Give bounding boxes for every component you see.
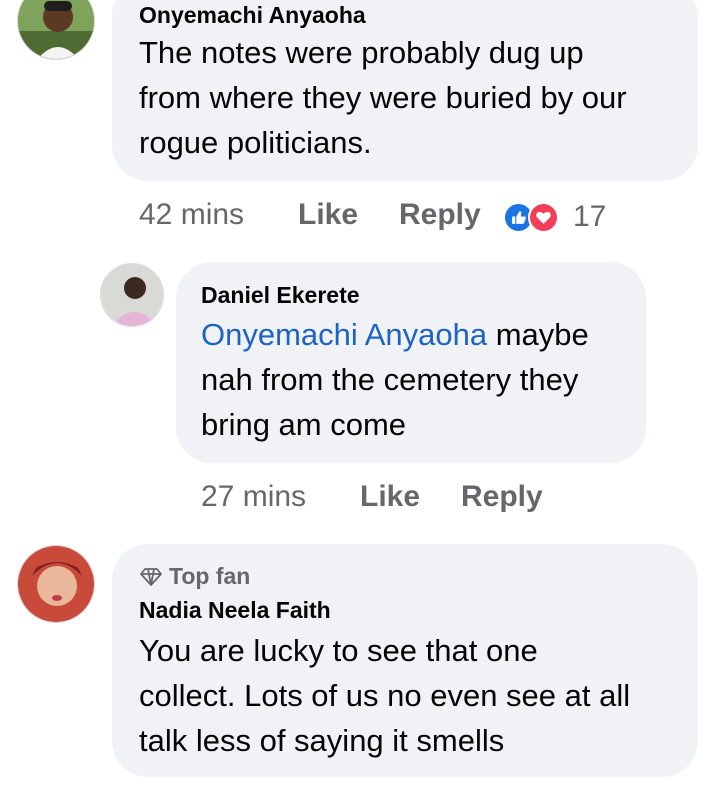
- comment-timestamp[interactable]: 27 mins: [201, 480, 306, 514]
- comment-line: collect. Lots of us no even see at all: [139, 678, 631, 713]
- comment-line: from where they were buried by our: [139, 80, 627, 115]
- love-icon: [528, 201, 559, 233]
- comment-line-text: maybe: [487, 317, 589, 352]
- comment-text: The notes were probably dug up from wher…: [139, 30, 627, 165]
- comment-text: Onyemachi Anyaoha maybe nah from the cem…: [201, 312, 589, 447]
- avatar-image: [101, 264, 163, 326]
- comment-line: bring am come: [201, 407, 407, 442]
- comment-line: You are lucky to see that one: [139, 633, 538, 668]
- like-button[interactable]: Like: [298, 198, 358, 232]
- like-button[interactable]: Like: [360, 480, 420, 514]
- diamond-icon: [140, 567, 162, 586]
- reactions-summary[interactable]: 17: [503, 200, 606, 234]
- comment-line: nah from the cemetery they: [201, 362, 579, 397]
- reply-button[interactable]: Reply: [399, 198, 481, 232]
- avatar-onyemachi[interactable]: [17, 0, 95, 60]
- comment-author[interactable]: Onyemachi Anyaoha: [139, 2, 366, 29]
- reply-button[interactable]: Reply: [461, 480, 543, 514]
- comment-line: rogue politicians.: [139, 125, 372, 160]
- comment-author[interactable]: Nadia Neela Faith: [139, 597, 331, 624]
- comment-line: Onyemachi Anyaoha maybe: [201, 312, 589, 357]
- comment-line: talk less of saying it smells: [139, 723, 505, 758]
- avatar-nadia[interactable]: [17, 545, 95, 623]
- top-fan-label: Top fan: [169, 563, 251, 589]
- comment-author[interactable]: Daniel Ekerete: [201, 282, 360, 309]
- comment-timestamp[interactable]: 42 mins: [139, 198, 244, 232]
- top-fan-badge: Top fan: [139, 563, 250, 590]
- mention-link[interactable]: Onyemachi Anyaoha: [201, 317, 487, 352]
- avatar-daniel[interactable]: [100, 263, 164, 327]
- comment-line: The notes were probably dug up: [139, 35, 584, 70]
- avatar-image: [18, 0, 94, 59]
- avatar-image: [18, 546, 94, 622]
- comment-text: You are lucky to see that one collect. L…: [139, 628, 630, 763]
- reaction-count: 17: [573, 200, 607, 233]
